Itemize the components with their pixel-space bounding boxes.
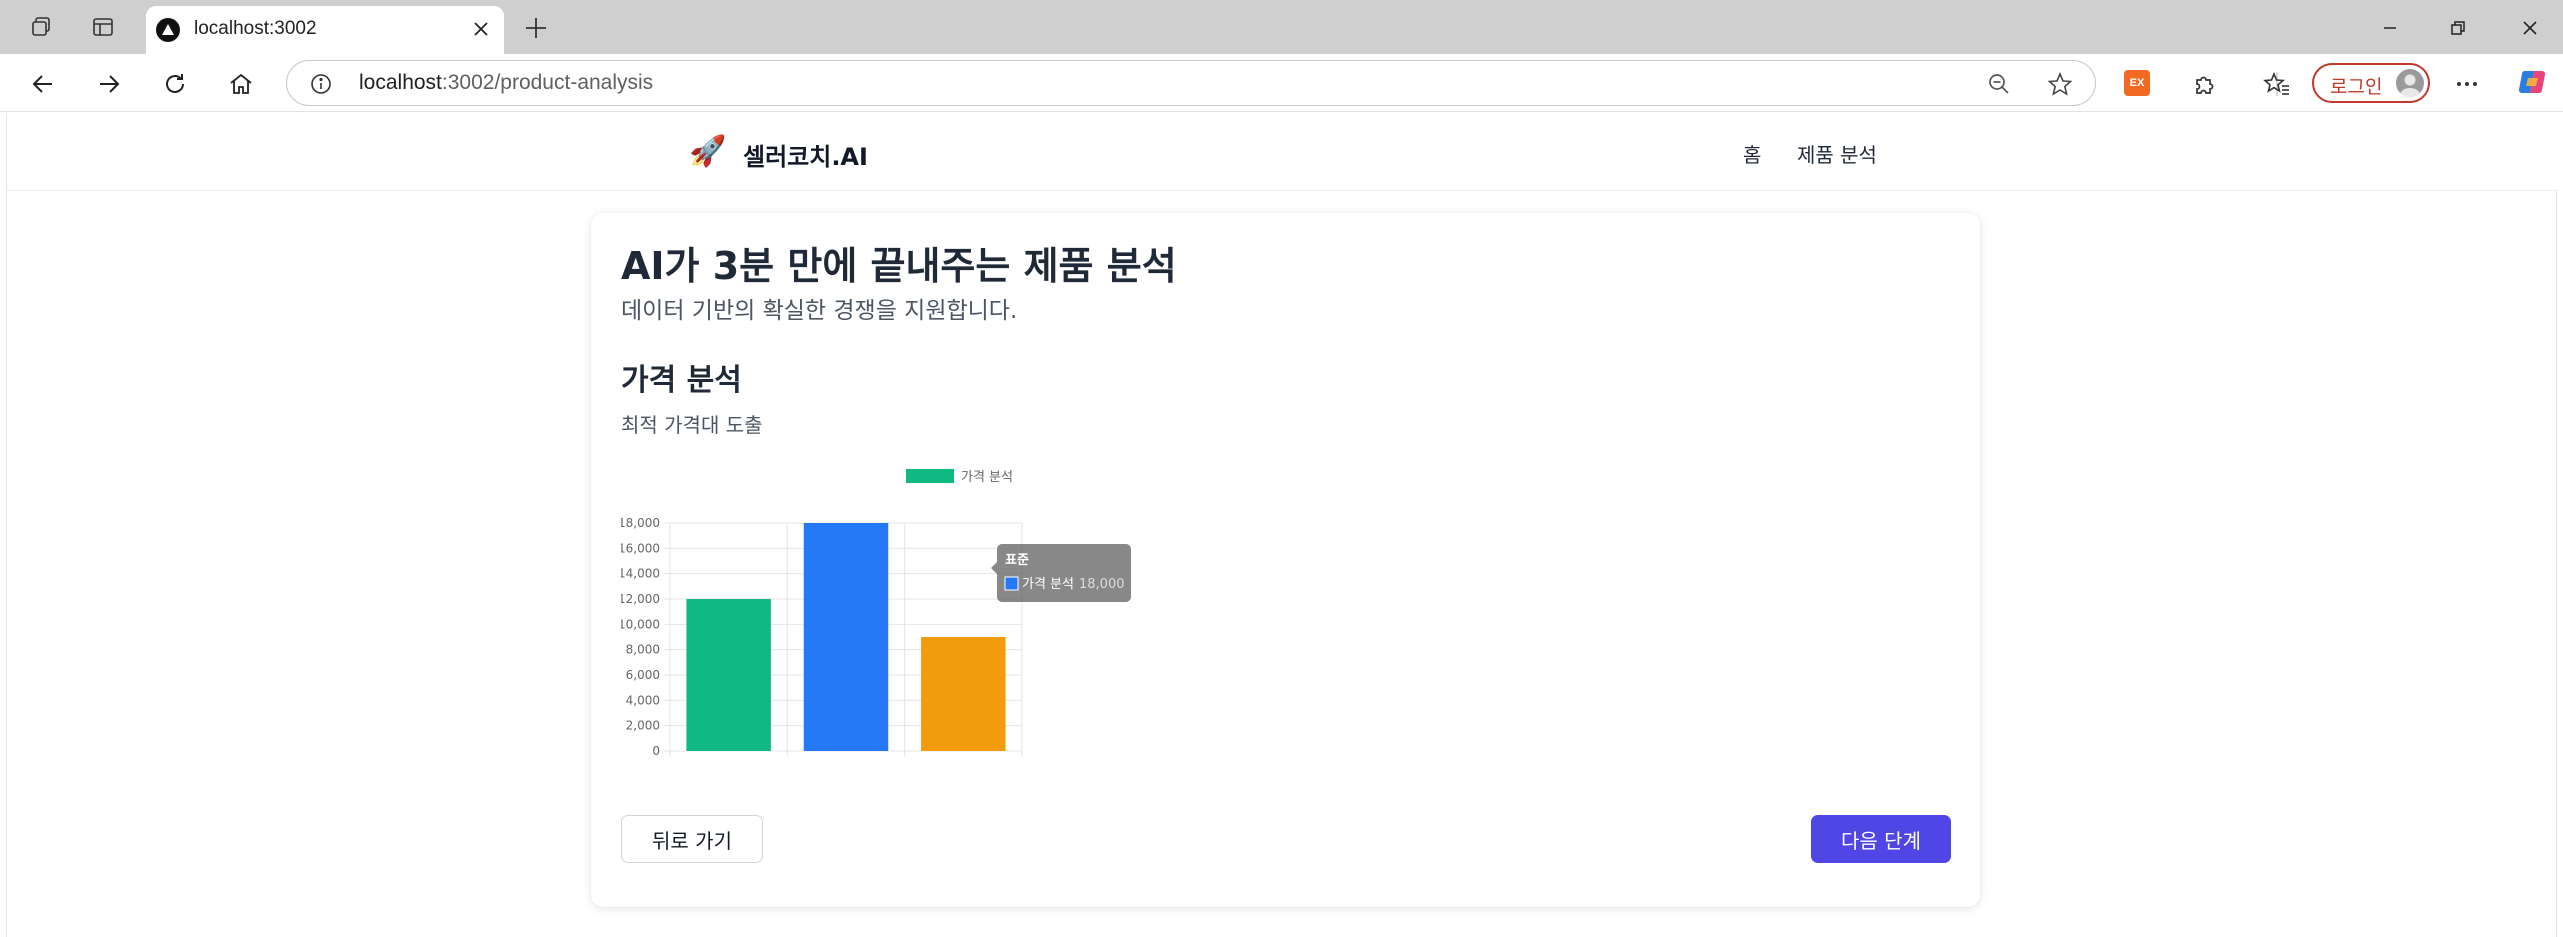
site-header: 🚀 셀러코치.AI 홈 제품 분석: [7, 113, 2558, 191]
y-tick-label: 4,000: [626, 693, 660, 707]
bar[interactable]: [921, 637, 1006, 751]
y-tick-label: 16,000: [621, 541, 660, 555]
y-tick-label: 8,000: [626, 643, 660, 657]
y-tick-label: 12,000: [621, 592, 660, 606]
rocket-icon: 🚀: [689, 134, 727, 169]
legend-label: 가격 분석: [961, 470, 1013, 485]
favorites-icon[interactable]: [2262, 69, 2292, 99]
page-viewport: 🚀 셀러코치.AI 홈 제품 분석 AI가 3분 만에 끝내주는 제품 분석 데…: [6, 113, 2558, 937]
tooltip-series: 가격 분석: [1022, 577, 1074, 592]
section-subtitle: 최적 가격대 도출: [621, 413, 763, 437]
tooltip-title: 표준: [1005, 553, 1029, 568]
extensions-puzzle-icon[interactable]: [2190, 69, 2220, 99]
window-close-icon[interactable]: [2516, 14, 2544, 42]
forward-arrow-icon[interactable]: [94, 69, 124, 99]
minimize-icon[interactable]: [2376, 14, 2404, 42]
tooltip-swatch: [1004, 576, 1019, 591]
nav-home-link[interactable]: 홈: [1743, 139, 1761, 168]
vertical-tabs-icon[interactable]: [90, 14, 116, 40]
back-arrow-icon[interactable]: [28, 69, 58, 99]
y-tick-label: 18,000: [621, 516, 660, 530]
tab-title: localhost:3002: [194, 18, 317, 39]
site-favicon-icon: [156, 18, 180, 42]
analysis-card: AI가 3분 만에 끝내주는 제품 분석 데이터 기반의 확실한 경쟁을 지원합…: [591, 213, 1980, 907]
tab-close-icon[interactable]: [468, 16, 494, 42]
y-tick-label: 0: [652, 744, 660, 758]
avatar-icon: [2396, 69, 2424, 97]
y-axis-ticks: 0 2,000 4,000 6,000 8,000 10,000 12,000 14,000 1…: [621, 516, 660, 758]
url-text: localhost:3002/product-analysis: [359, 71, 654, 94]
y-tick-label: 14,000: [621, 567, 660, 581]
copilot-icon[interactable]: [2516, 66, 2548, 98]
profile-login-button[interactable]: 로그인: [2312, 63, 2430, 103]
refresh-icon[interactable]: [160, 69, 190, 99]
chart-tooltip: 표준 가격 분석 18,000: [991, 544, 1131, 602]
legend-swatch: [906, 469, 954, 483]
extension-ex-icon[interactable]: EX: [2124, 70, 2150, 96]
price-analysis-chart[interactable]: 가격 분석 0 2,000 4,000 6,000 8,000 10,000 12,000 1…: [621, 461, 1251, 761]
section-title: 가격 분석: [621, 363, 742, 398]
bar[interactable]: [803, 523, 889, 751]
zoom-out-icon[interactable]: [1987, 72, 2011, 96]
browser-toolbar: localhost:3002/product-analysis: [0, 54, 2563, 112]
page-subtitle: 데이터 기반의 확실한 경쟁을 지원합니다.: [621, 298, 1018, 324]
y-tick-label: 6,000: [626, 668, 660, 682]
bar[interactable]: [686, 599, 771, 751]
browser-tab-bar: localhost:3002: [0, 0, 2563, 54]
tooltip-value: 18,000: [1079, 577, 1125, 592]
site-info-icon[interactable]: [309, 72, 333, 96]
y-tick-label: 10,000: [621, 617, 660, 631]
site-logo[interactable]: 셀러코치.AI: [743, 137, 868, 172]
next-step-button[interactable]: 다음 단계: [1811, 815, 1951, 863]
restore-icon[interactable]: [2444, 14, 2472, 42]
address-bar[interactable]: localhost:3002/product-analysis: [286, 60, 2096, 106]
new-tab-icon[interactable]: [522, 14, 550, 42]
home-icon[interactable]: [226, 69, 256, 99]
workspaces-icon[interactable]: [28, 14, 54, 40]
favorite-star-icon[interactable]: [2047, 71, 2073, 97]
chart-legend[interactable]: 가격 분석: [906, 469, 1013, 485]
login-label: 로그인: [2330, 76, 2383, 98]
page-title: AI가 3분 만에 끝내주는 제품 분석: [621, 244, 1177, 288]
active-tab[interactable]: localhost:3002: [146, 6, 504, 54]
back-button[interactable]: 뒤로 가기: [621, 815, 763, 863]
chart-bars[interactable]: [686, 523, 1006, 751]
more-options-icon[interactable]: [2452, 69, 2482, 99]
y-tick-label: 2,000: [626, 719, 660, 733]
nav-product-analysis-link[interactable]: 제품 분석: [1797, 139, 1877, 168]
